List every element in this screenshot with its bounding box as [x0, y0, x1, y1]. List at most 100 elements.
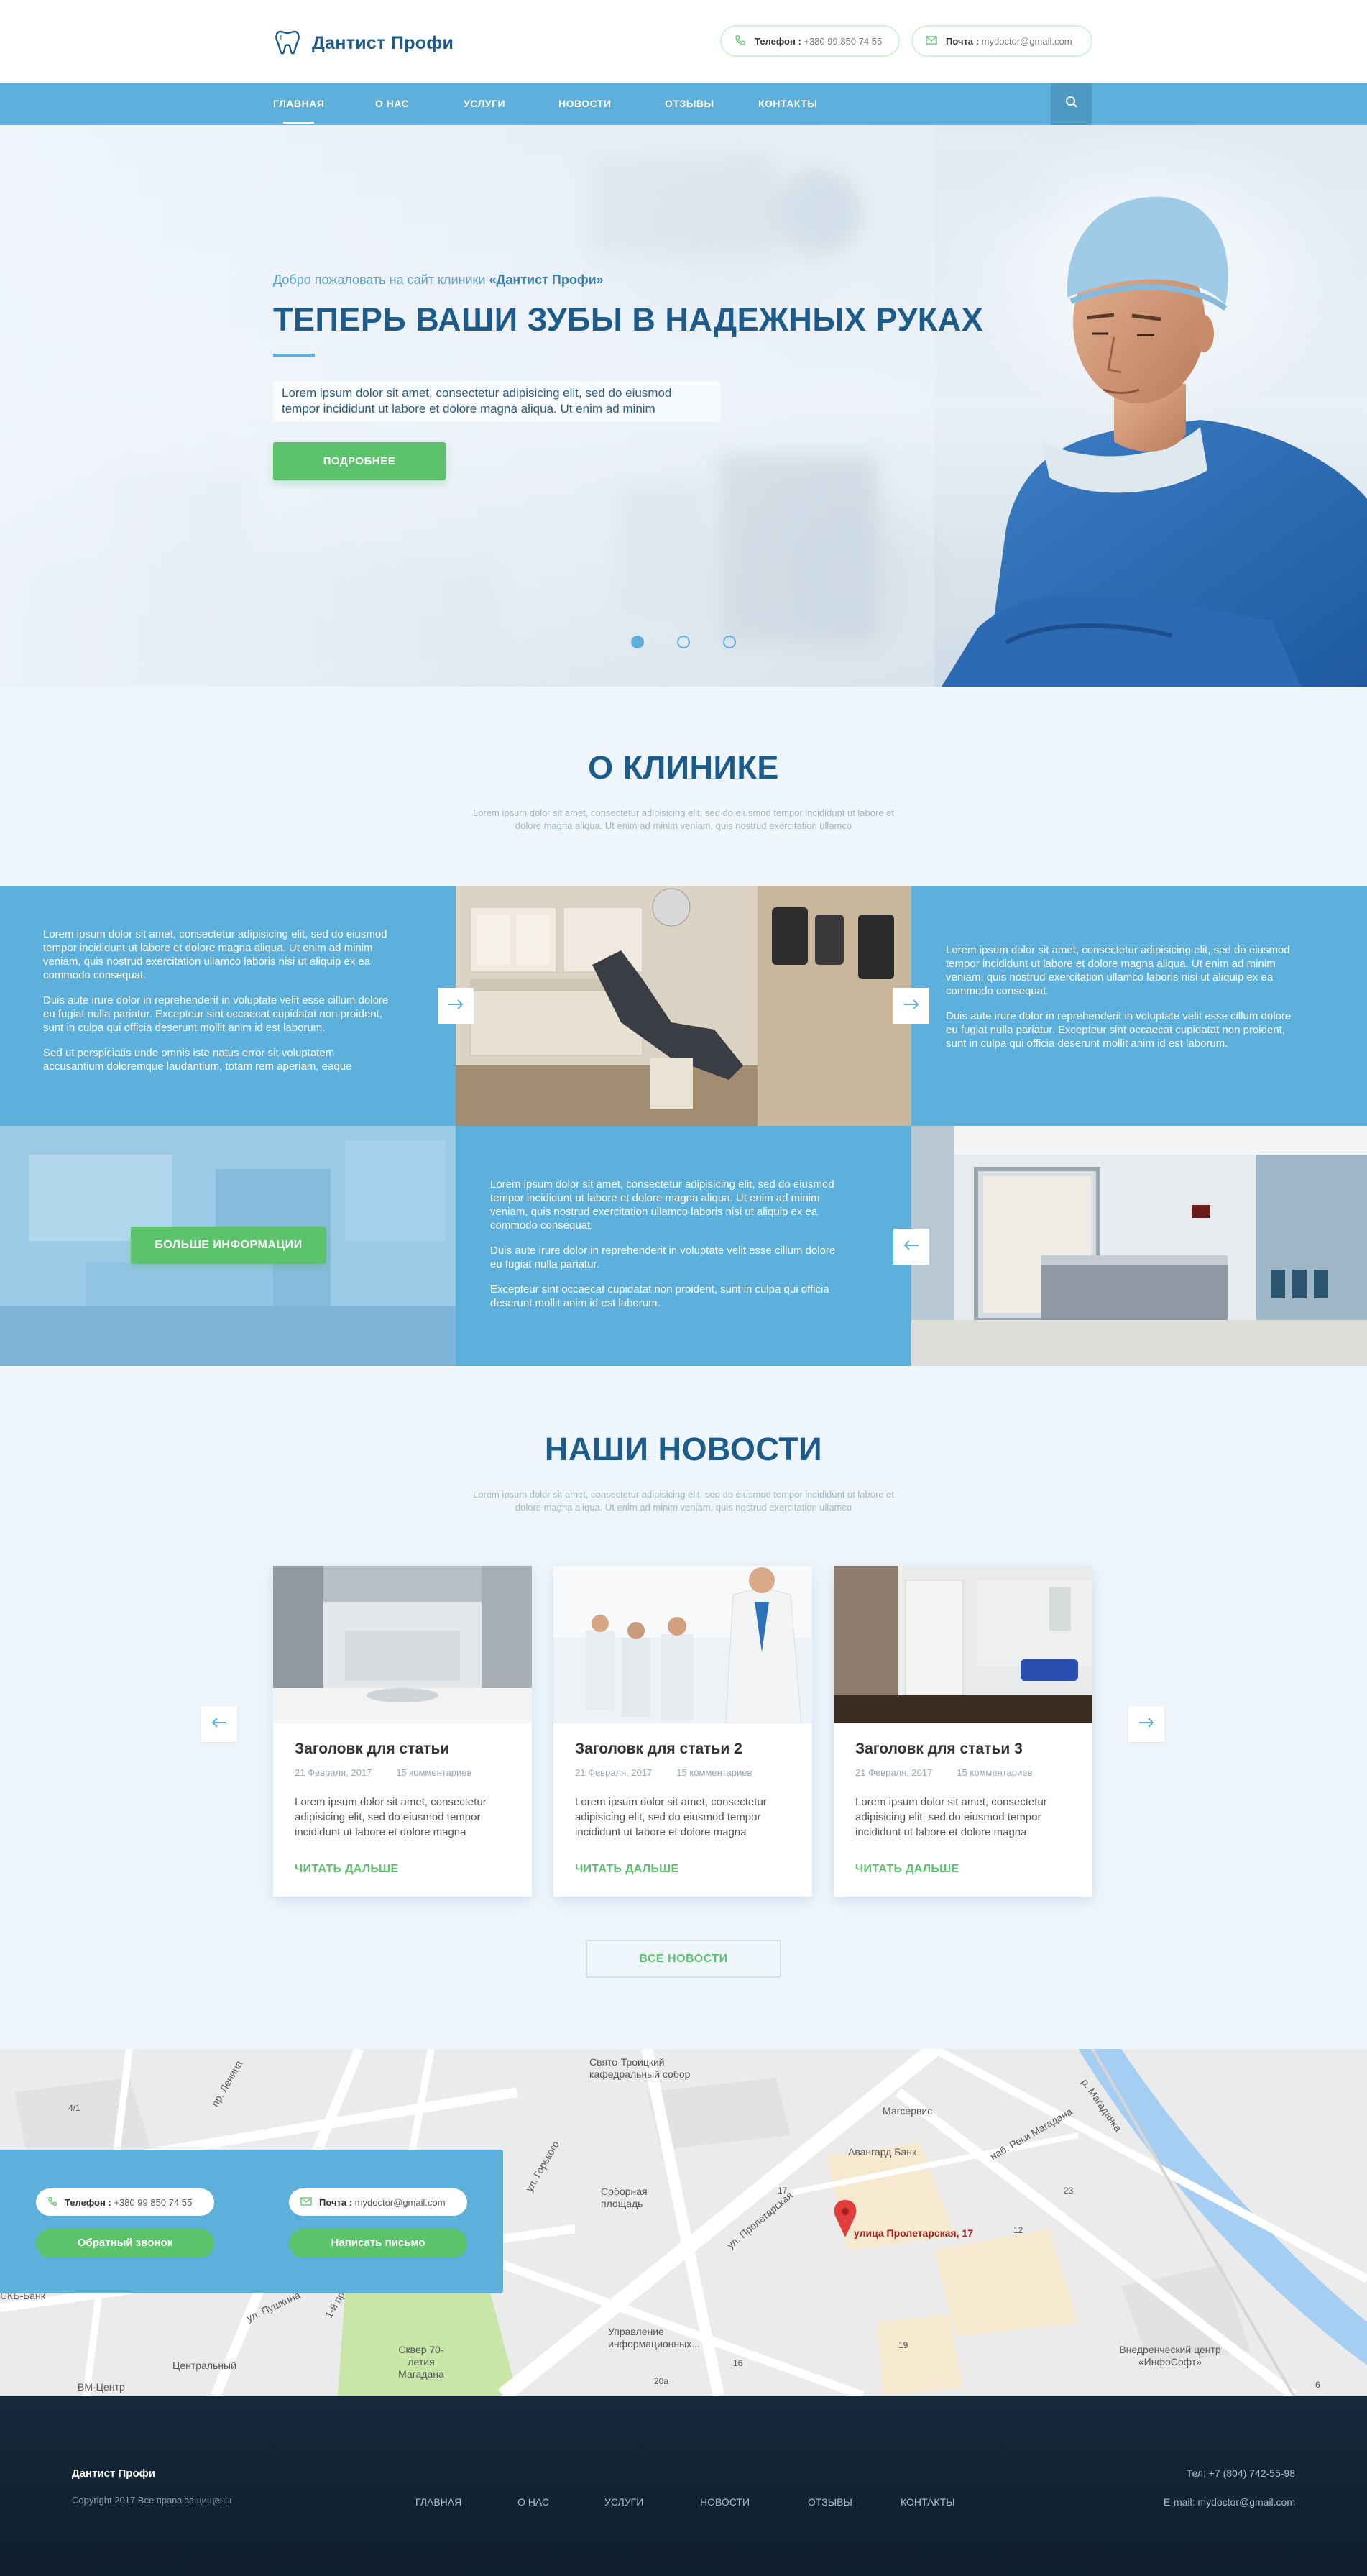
about-block2-p2: Duis aute irure dolor in reprehenderit i…	[946, 1010, 1292, 1050]
footer-copyright: Copyright 2017 Все права защищены	[72, 2495, 232, 2506]
map-label: Соборная площадь	[601, 2186, 648, 2209]
slider-dot-1[interactable]	[631, 636, 644, 648]
about-text-block-1: Lorem ipsum dolor sit amet, consectetur …	[0, 886, 456, 1126]
header-phone[interactable]: Телефон : +380 99 850 74 55	[720, 25, 900, 57]
arrow-right-icon	[903, 999, 919, 1013]
nav-item-news[interactable]: НОВОСТИ	[558, 83, 612, 125]
news-card-text: Lorem ipsum dolor sit amet, consectetur …	[295, 1796, 487, 1838]
map-contact-panel: Телефон : +380 99 850 74 55 Почта : mydo…	[0, 2150, 503, 2293]
map-mail-label: Почта :	[319, 2196, 353, 2208]
tooth-icon	[273, 27, 302, 60]
news-arrow-left[interactable]	[201, 1706, 237, 1742]
news-card-meta: 21 Февраля, 2017 15 комментариев	[855, 1767, 1032, 1778]
nav-item-reviews[interactable]: ОТЗЫВЫ	[665, 83, 714, 125]
news-card-text: Lorem ipsum dolor sit amet, consectetur …	[575, 1796, 767, 1838]
news-card[interactable]: Заголовк для статьи 21 Февраля, 2017 15 …	[273, 1566, 532, 1897]
footer-nav-about[interactable]: О НАС	[517, 2496, 549, 2508]
map-phone-label: Телефон :	[65, 2196, 111, 2208]
arrow-right-icon	[1138, 1717, 1154, 1731]
news-card-title: Заголовк для статьи 2	[575, 1741, 742, 1757]
news-card-read-more[interactable]: ЧИТАТЬ ДАЛЬШЕ	[855, 1863, 959, 1876]
map-label: Авангард Банк	[848, 2146, 917, 2158]
callback-button[interactable]: Обратный звонок	[36, 2229, 214, 2258]
nav-item-contacts[interactable]: КОНТАКТЫ	[758, 83, 817, 125]
mail-icon	[926, 35, 937, 47]
news-card-date: 21 Февраля, 2017	[295, 1767, 372, 1778]
map-label: 16	[733, 2358, 743, 2368]
about-more-info-button[interactable]: БОЛЬШЕ ИНФОРМАЦИИ	[131, 1227, 326, 1264]
news-card-comments: 15 комментариев	[957, 1767, 1033, 1778]
news-card-meta: 21 Февраля, 2017 15 комментариев	[295, 1767, 471, 1778]
header-email[interactable]: Почта : mydoctor@gmail.com	[911, 25, 1092, 57]
site-header: Дантист Профи Телефон : +380 99 850 74 5…	[0, 0, 1367, 83]
about-arrow-right-1[interactable]	[438, 988, 474, 1024]
footer-nav-services[interactable]: УСЛУГИ	[604, 2496, 643, 2508]
map-label: Магсервис	[883, 2105, 933, 2117]
map-email[interactable]: Почта : mydoctor@gmail.com	[289, 2188, 467, 2216]
header-phone-label: Телефон :	[755, 35, 801, 47]
logo[interactable]: Дантист Профи	[273, 27, 454, 60]
about-block1-p3: Sed ut perspiciatis unde omnis iste natu…	[43, 1047, 352, 1073]
news-card-comments: 15 комментариев	[676, 1767, 752, 1778]
footer-phone[interactable]: Тел: +7 (804) 742-55-98	[1187, 2467, 1295, 2479]
nav-item-home[interactable]: ГЛАВНАЯ	[273, 83, 324, 125]
about-arrow-left[interactable]	[893, 1229, 929, 1265]
hero-welcome-prefix: Добро пожаловать на сайт клиники	[273, 272, 489, 287]
hero-title-underline	[273, 354, 315, 357]
slider-dot-3[interactable]	[723, 636, 736, 648]
map-label: 17	[778, 2186, 788, 2196]
news-card-image	[273, 1566, 532, 1723]
about-image-reception	[911, 1126, 1367, 1366]
mail-icon	[300, 2196, 312, 2209]
nav-item-services[interactable]: УСЛУГИ	[464, 83, 505, 125]
arrow-right-icon	[448, 999, 464, 1013]
logo-text: Дантист Профи	[312, 33, 454, 53]
about-subtitle: Lorem ipsum dolor sit amet, consectetur …	[472, 807, 895, 831]
footer-nav-contacts[interactable]: КОНТАКТЫ	[901, 2496, 955, 2508]
map-label: 4/1	[68, 2103, 80, 2113]
phone-icon	[735, 35, 746, 48]
news-card-read-more[interactable]: ЧИТАТЬ ДАЛЬШЕ	[575, 1863, 679, 1876]
footer-nav-reviews[interactable]: ОТЗЫВЫ	[808, 2496, 852, 2508]
all-news-button[interactable]: ВСЕ НОВОСТИ	[586, 1940, 781, 1978]
map-label: Центральный	[172, 2360, 236, 2371]
slider-dot-2[interactable]	[677, 636, 690, 648]
arrow-left-icon	[211, 1717, 227, 1731]
about-block3-p1: Lorem ipsum dolor sit amet, consectetur …	[490, 1178, 834, 1232]
hero-more-button[interactable]: ПОДРОБНЕЕ	[273, 442, 446, 480]
footer-nav-home[interactable]: ГЛАВНАЯ	[415, 2496, 461, 2508]
map-label: Управление информационных...	[608, 2326, 700, 2350]
news-card-read-more[interactable]: ЧИТАТЬ ДАЛЬШЕ	[295, 1863, 399, 1876]
map-label: Внедренческий центр «ИнфоСофт»	[1119, 2344, 1221, 2368]
news-card[interactable]: Заголовк для статьи 2 21 Февраля, 2017 1…	[553, 1566, 812, 1897]
news-card-date: 21 Февраля, 2017	[855, 1767, 933, 1778]
map-label: 20а	[654, 2376, 669, 2386]
news-card-text: Lorem ipsum dolor sit amet, consectetur …	[855, 1796, 1047, 1838]
footer-nav-news[interactable]: НОВОСТИ	[700, 2496, 750, 2508]
about-arrow-right-2[interactable]	[893, 988, 929, 1024]
map-mail-value: mydoctor@gmail.com	[354, 2196, 446, 2208]
news-card-image	[834, 1566, 1092, 1723]
nav-item-about[interactable]: О НАС	[375, 83, 409, 125]
write-letter-button[interactable]: Написать письмо	[289, 2229, 467, 2258]
hero-text: Lorem ipsum dolor sit amet, consectetur …	[273, 381, 720, 421]
news-card[interactable]: Заголовк для статьи 3 21 Февраля, 2017 1…	[834, 1566, 1092, 1897]
map-label: 12	[1013, 2225, 1023, 2235]
about-block1-p1: Lorem ipsum dolor sit amet, consectetur …	[43, 928, 387, 981]
search-button[interactable]	[1051, 83, 1092, 125]
site-footer: Дантист Профи Copyright 2017 Все права з…	[0, 2396, 1367, 2576]
doctor-image	[942, 196, 1367, 687]
hero-welcome-brand: «Дантист Профи»	[489, 272, 604, 287]
phone-icon	[47, 2196, 57, 2209]
map-phone-value: +380 99 850 74 55	[114, 2196, 193, 2208]
about-block3-p2: Duis aute irure dolor in reprehenderit i…	[490, 1245, 836, 1270]
map-label: 23	[1064, 2186, 1074, 2196]
news-arrow-right[interactable]	[1128, 1706, 1164, 1742]
map-phone[interactable]: Телефон : +380 99 850 74 55	[36, 2188, 214, 2216]
about-image-dental-chair	[456, 886, 911, 1126]
news-card-title: Заголовк для статьи	[295, 1741, 450, 1757]
about-image-operating-room: БОЛЬШЕ ИНФОРМАЦИИ	[0, 1126, 456, 1366]
footer-email[interactable]: E-mail: mydoctor@gmail.com	[1164, 2496, 1295, 2508]
news-card-date: 21 Февраля, 2017	[575, 1767, 653, 1778]
map-label: 6	[1315, 2380, 1320, 2390]
